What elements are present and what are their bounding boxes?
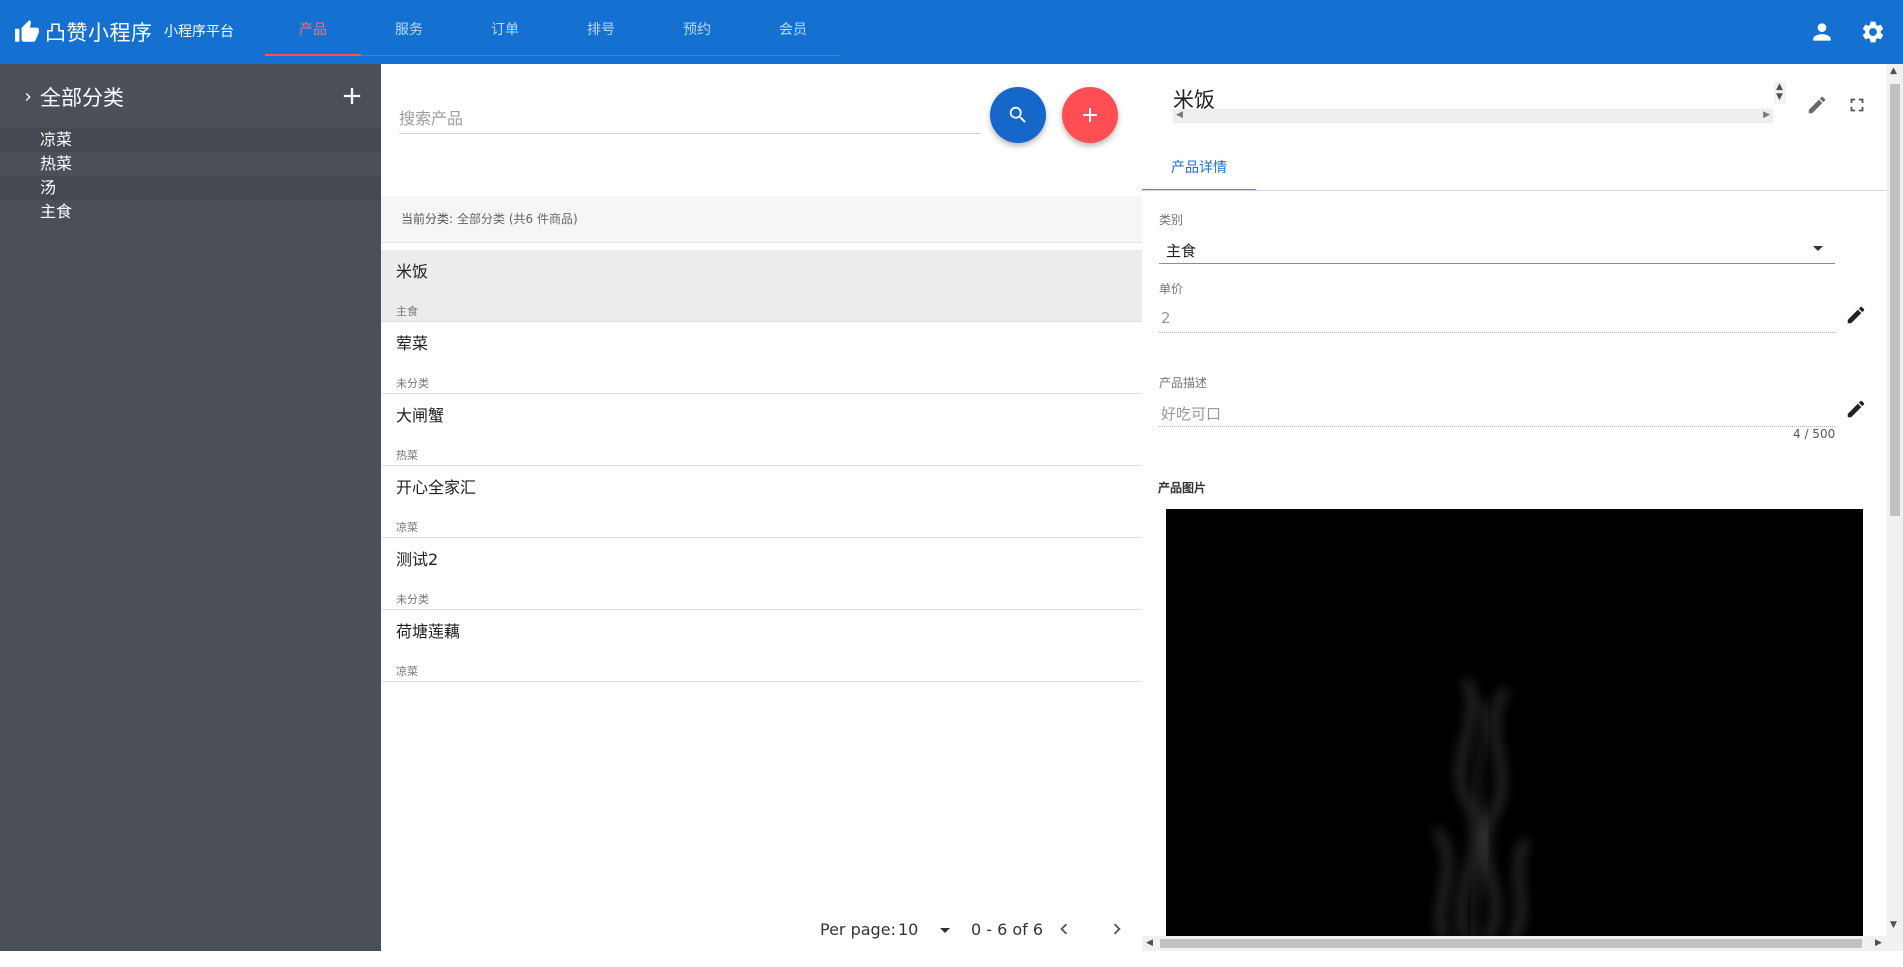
tab-queue[interactable]: 排号 [553,0,649,55]
category-select-value: 主食 [1166,242,1197,260]
product-list-panel: 当前分类:全部分类 (共6 件商品) 米饭 主食 荤菜 未分类 大闸蟹 热菜 开… [381,64,1142,951]
title-spinner[interactable]: ▲ ▼ [1774,82,1786,104]
price-field-label: 单价 [1159,282,1184,296]
list-item[interactable]: 测试2 未分类 [381,538,1142,610]
product-category: 凉菜 [396,521,418,534]
horizontal-scroll-thumb[interactable] [1160,939,1862,948]
chevron-right-icon [25,93,31,101]
list-item[interactable]: 米饭 主食 [381,250,1142,322]
per-page-select[interactable]: 10 [898,920,918,939]
category-field-label: 类别 [1159,213,1184,227]
app-title: 凸赞小程序 [45,21,153,45]
sidebar-item-cold-dishes[interactable]: 凉菜 [0,128,381,152]
main-nav: 产品 服务 订单 排号 预约 会员 [265,0,841,56]
current-category-bar: 当前分类: 全部分类 (共6 件商品) [381,196,1142,243]
edit-description-icon[interactable] [1845,398,1867,420]
sidebar-item-hot-dishes[interactable]: 热菜 [0,152,381,176]
sidebar-item-staple[interactable]: 主食 [0,200,381,224]
spin-down-icon: ▼ [1776,92,1783,102]
add-product-button[interactable] [1062,87,1118,143]
product-category: 主食 [396,305,418,318]
spin-up-icon: ▲ [1776,82,1783,92]
product-name: 米饭 [396,262,429,281]
product-category: 热菜 [396,449,418,462]
description-counter: 4 / 500 [1793,427,1836,441]
sidebar-header[interactable]: 全部分类 [20,82,124,112]
category-sidebar: 全部分类 凉菜 热菜 汤 主食 [0,64,381,951]
product-name: 荷塘莲藕 [396,622,461,641]
current-category-label: 当前分类: [401,212,454,226]
per-page-label: Per page: [820,920,896,939]
add-category-icon[interactable] [338,82,366,110]
tabs-divider [1142,190,1887,191]
tab-reservations[interactable]: 预约 [649,0,745,55]
product-category: 凉菜 [396,665,418,678]
tab-product-details[interactable]: 产品详情 [1142,149,1256,191]
tab-orders[interactable]: 订单 [457,0,553,55]
next-page-icon[interactable] [1106,918,1128,940]
fullscreen-icon[interactable] [1846,94,1868,116]
description-field-label: 产品描述 [1159,376,1208,390]
plus-icon [1083,108,1097,122]
tab-members[interactable]: 会员 [745,0,841,55]
sidebar-title: 全部分类 [40,86,124,110]
product-image[interactable] [1166,509,1863,940]
search-button[interactable] [990,87,1046,143]
account-icon[interactable] [1809,19,1835,45]
per-page-dropdown-icon[interactable] [940,928,950,933]
category-list: 凉菜 热菜 汤 主食 [0,128,381,224]
dropdown-arrow-icon [1813,246,1823,251]
tab-products[interactable]: 产品 [265,0,361,56]
title-scrollbar[interactable]: ◀ ▶ [1173,109,1773,123]
vertical-scrollbar[interactable]: ▲ ▼ [1887,64,1903,951]
current-category-value: 全部分类 (共6 件商品) [457,212,578,226]
list-item[interactable]: 荷塘莲藕 凉菜 [381,610,1142,682]
product-name: 荤菜 [396,334,429,353]
price-field[interactable]: 2 [1159,303,1835,333]
product-name: 大闸蟹 [396,406,445,425]
settings-icon[interactable] [1860,19,1886,45]
list-item[interactable]: 开心全家汇 凉菜 [381,466,1142,538]
product-list: 米饭 主食 荤菜 未分类 大闸蟹 热菜 开心全家汇 凉菜 测试2 未分类 荷塘莲… [381,250,1142,682]
category-select[interactable]: 主食 [1159,234,1835,264]
scroll-left-icon: ◀ [1176,110,1183,120]
scroll-up-icon[interactable]: ▲ [1890,66,1897,76]
app-subtitle: 小程序平台 [164,24,234,40]
product-category: 未分类 [396,377,429,390]
list-item[interactable]: 大闸蟹 热菜 [381,394,1142,466]
product-category: 未分类 [396,593,429,606]
list-item[interactable]: 荤菜 未分类 [381,322,1142,394]
prev-page-icon[interactable] [1053,918,1075,940]
description-field[interactable]: 好吃可口 [1159,397,1835,427]
thumbs-up-icon [15,20,39,42]
tab-services[interactable]: 服务 [361,0,457,55]
description-value: 好吃可口 [1161,405,1222,423]
page-range: 0 - 6 of 6 [971,920,1044,939]
brand[interactable]: 凸赞小程序 [14,0,153,64]
horizontal-scrollbar[interactable]: ◀ ▶ [1142,936,1887,951]
edit-price-icon[interactable] [1845,304,1867,326]
price-value: 2 [1161,309,1171,327]
product-name: 测试2 [396,550,439,569]
edit-icon[interactable] [1806,94,1828,116]
scroll-left-icon[interactable]: ◀ [1146,938,1153,948]
top-app-bar: 凸赞小程序 小程序平台 产品 服务 订单 排号 预约 会员 [0,0,1903,64]
steam-image [1433,677,1529,940]
search-icon [1009,106,1026,123]
sidebar-item-soup[interactable]: 汤 [0,176,381,200]
search-input[interactable] [399,104,981,134]
scroll-right-icon[interactable]: ▶ [1875,938,1882,948]
product-name: 开心全家汇 [396,478,477,497]
product-detail-panel: 米饭 ▲ ▼ ◀ ▶ 产品详情 类别 主食 单价 2 产品描述 好吃可口 4 /… [1142,64,1887,951]
vertical-scroll-thumb[interactable] [1890,84,1900,516]
scroll-down-icon[interactable]: ▼ [1890,920,1897,930]
pagination: Per page: 10 0 - 6 of 6 [381,918,1142,942]
scroll-right-icon: ▶ [1763,110,1770,120]
image-section-label: 产品图片 [1158,481,1207,495]
